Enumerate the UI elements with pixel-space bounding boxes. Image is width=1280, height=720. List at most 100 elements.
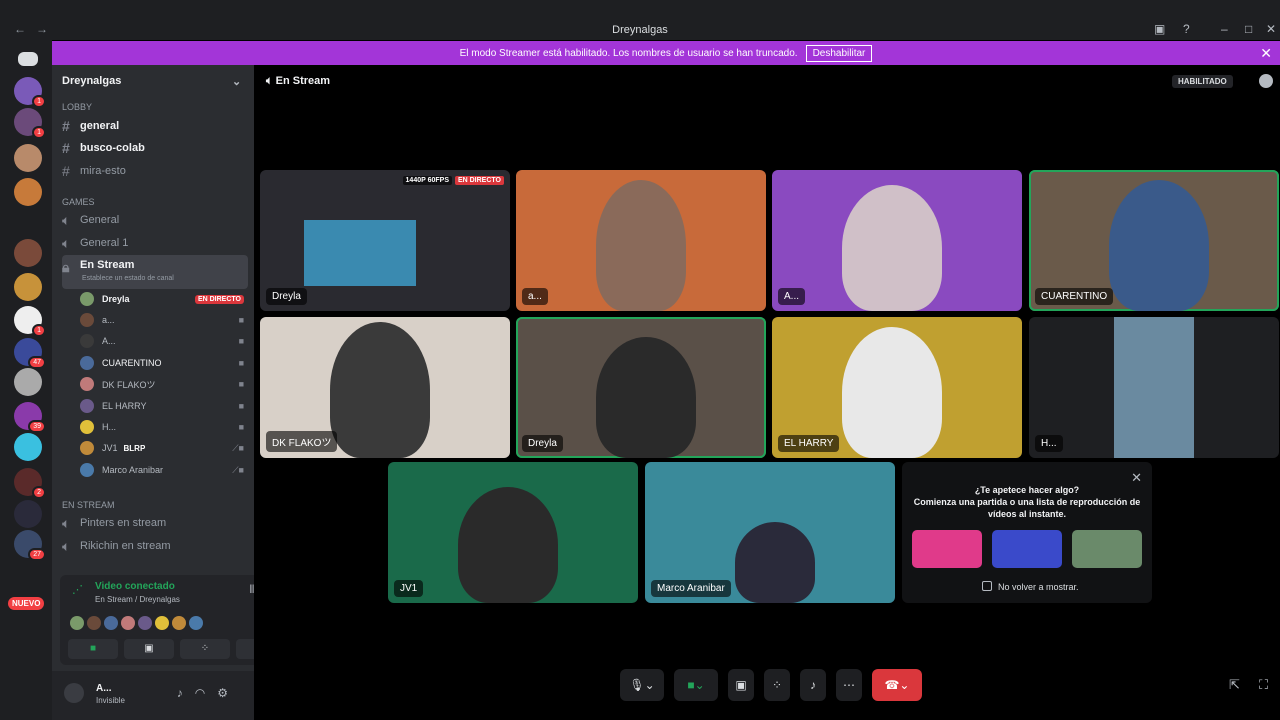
channel-mira-esto[interactable]: # mira-esto	[62, 161, 248, 181]
channel-status-hint[interactable]: Establece un estado de canal	[82, 275, 174, 282]
server-icon[interactable]	[14, 239, 42, 267]
voice-status[interactable]: Video conectado	[95, 581, 175, 592]
server-icon[interactable]: 27	[14, 530, 46, 561]
activity-button[interactable]: ⁘	[764, 669, 790, 701]
chevron-down-icon: ⌄	[232, 76, 242, 88]
server-icon[interactable]: 1	[14, 108, 46, 139]
video-tile[interactable]: Marco Aranibar	[645, 462, 895, 603]
video-tile[interactable]: A...	[772, 170, 1022, 311]
voice-user[interactable]: CUARENTINO ■	[80, 354, 244, 372]
server-icon[interactable]: 1	[14, 77, 46, 108]
disable-button[interactable]: Deshabilitar	[805, 44, 873, 62]
voice-user[interactable]: JV1 BLRP ⟋■	[80, 439, 244, 457]
server-icon[interactable]	[14, 144, 42, 172]
voice-user[interactable]: Marco Aranibar ⟋■	[80, 461, 244, 479]
screen-share-button[interactable]: ▣	[728, 669, 754, 701]
user-name[interactable]: A...	[96, 683, 112, 694]
server-name[interactable]: Dreynalgas ⌄	[62, 75, 241, 88]
channel-busco-colab[interactable]: # busco-colab	[62, 138, 248, 158]
voice-channel-pinters[interactable]: 🔈︎ Pinters en stream	[62, 513, 248, 533]
camera-icon: ■	[238, 379, 244, 389]
server-icon[interactable]: 1	[14, 306, 46, 337]
voice-channel-general[interactable]: 🔈︎ General	[62, 210, 248, 230]
video-tile[interactable]: CUARENTINO	[1029, 170, 1279, 311]
title-bar: ←→ Dreynalgas ▣ ? – □ ✕	[0, 0, 1280, 40]
soundboard-button[interactable]: ♪	[800, 669, 826, 701]
category-lobby[interactable]: LOBBY	[62, 102, 92, 112]
server-icon[interactable]	[14, 368, 42, 396]
server-icon[interactable]: 2	[14, 468, 46, 499]
inbox-icon[interactable]: ▣	[1154, 22, 1165, 36]
voice-avatars	[70, 616, 203, 630]
tile-name: Marco Aranibar	[651, 580, 731, 597]
video-tile[interactable]: 1440P 60FPS EN DIRECTO Dreyla	[260, 170, 510, 311]
camera-icon: ■	[238, 336, 244, 346]
server-icon[interactable]: 47	[14, 338, 46, 369]
screen-share-button[interactable]: ▣	[124, 639, 174, 659]
channel-general[interactable]: # general	[62, 116, 248, 136]
speaker-icon: 🔈︎	[62, 514, 71, 531]
server-icon[interactable]	[14, 273, 42, 301]
server-icon[interactable]: 39	[14, 402, 46, 433]
category-en-stream[interactable]: EN STREAM	[62, 500, 115, 510]
tile-name: a...	[522, 288, 548, 305]
video-tile[interactable]: Dreyla	[516, 317, 766, 458]
activity-button[interactable]: ⁘	[180, 639, 230, 659]
avatar	[80, 334, 94, 348]
activity-suggestion-card: ✕ ¿Te apetece hacer algo? Comienza una pa…	[902, 462, 1152, 603]
video-tile[interactable]: EL HARRY	[772, 317, 1022, 458]
voice-user[interactable]: a... ■	[80, 311, 244, 329]
maximize-button[interactable]: □	[1245, 22, 1252, 36]
camera-button[interactable]: ■⌄	[674, 669, 718, 701]
video-tile[interactable]: a...	[516, 170, 766, 311]
dont-show-checkbox[interactable]	[982, 581, 992, 591]
game-thumbnail[interactable]	[992, 530, 1062, 568]
voice-user[interactable]: EL HARRY ■	[80, 397, 244, 415]
tile-name: CUARENTINO	[1035, 288, 1114, 305]
close-icon[interactable]: ✕	[1260, 45, 1272, 62]
discord-logo-icon[interactable]	[18, 52, 38, 66]
close-button[interactable]: ✕	[1266, 22, 1276, 36]
streamer-enabled-badge[interactable]: HABILITADO	[1172, 75, 1233, 88]
camera-icon: ■	[238, 315, 244, 325]
voice-user[interactable]: Dreyla EN DIRECTO	[80, 290, 244, 308]
game-thumbnail[interactable]	[912, 530, 982, 568]
voice-channel-en-stream[interactable]: 🔒︎ En Stream	[62, 255, 248, 289]
mic-button[interactable]: 🎙︎⌄	[620, 669, 664, 701]
voice-channel-path[interactable]: En Stream / Dreynalgas	[95, 595, 180, 604]
server-icon[interactable]	[14, 178, 42, 206]
avatar[interactable]	[64, 683, 84, 703]
more-button[interactable]: ⋯	[836, 669, 862, 701]
activity-games	[912, 530, 1142, 568]
video-tile[interactable]: H...	[1029, 317, 1279, 458]
server-icon[interactable]	[14, 500, 42, 528]
category-games[interactable]: GAMES	[62, 197, 95, 207]
chat-icon[interactable]	[1259, 74, 1273, 88]
dont-show-label: No volver a mostrar.	[998, 582, 1079, 592]
tile-name: JV1	[394, 580, 424, 597]
camera-button[interactable]: ■	[68, 639, 118, 659]
fullscreen-icon[interactable]: ⛶	[1259, 677, 1268, 693]
video-tile[interactable]: DK FLAKOツ	[260, 317, 510, 458]
signal-icon[interactable]: ⋰	[72, 583, 83, 596]
server-icon[interactable]	[14, 433, 42, 461]
voice-user[interactable]: A... ■	[80, 332, 244, 350]
voice-user[interactable]: H... ■	[80, 418, 244, 436]
voice-channel-rikichin[interactable]: 🔈︎ Rikichin en stream	[62, 536, 248, 556]
help-icon[interactable]: ?	[1183, 22, 1190, 36]
mic-muted-camera-icon: ⟋■	[232, 464, 244, 475]
tile-name: H...	[1035, 435, 1063, 452]
speaker-icon: 🔈︎	[62, 537, 71, 554]
camera-icon: ■	[238, 422, 244, 432]
popout-icon[interactable]: ⇱	[1229, 677, 1240, 693]
camera-icon: ■	[238, 358, 244, 368]
voice-channel-general-1[interactable]: 🔈︎ General 1	[62, 233, 248, 253]
activity-question: ¿Te apetece hacer algo?	[974, 485, 1080, 495]
avatar	[80, 292, 94, 306]
video-tile[interactable]: JV1	[388, 462, 638, 603]
disconnect-button[interactable]: ☎⌄	[872, 669, 922, 701]
minimize-button[interactable]: –	[1221, 22, 1228, 36]
mic-headset-settings-icons[interactable]: ♪◠⚙	[177, 686, 240, 700]
game-thumbnail[interactable]	[1072, 530, 1142, 568]
voice-user[interactable]: DK FLAKOツ ■	[80, 375, 244, 393]
